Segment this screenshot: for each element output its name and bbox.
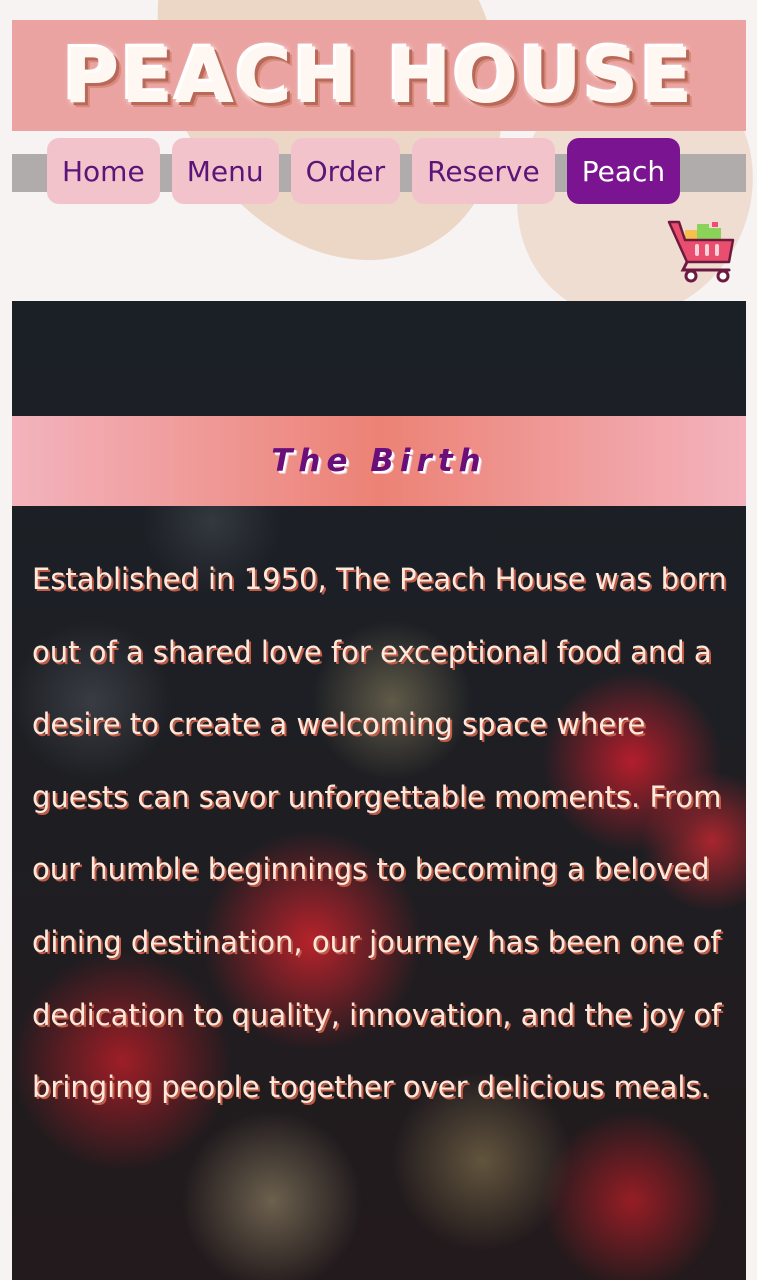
nav-menu[interactable]: Menu: [171, 138, 279, 204]
section-heading-band: The Birth: [12, 416, 746, 506]
section-heading: The Birth: [271, 443, 487, 479]
site-header: PEACH HOUSE: [12, 20, 746, 131]
cart-button[interactable]: [667, 216, 741, 286]
story-section: The Birth Established in 1950, The Peach…: [12, 301, 746, 1280]
nav-reserve[interactable]: Reserve: [412, 138, 555, 204]
shopping-cart-icon: [667, 220, 735, 283]
nav-home[interactable]: Home: [47, 138, 160, 204]
main-nav: Home Menu Order Reserve Peach: [47, 138, 681, 206]
nav-order[interactable]: Order: [290, 138, 401, 204]
nav-peach[interactable]: Peach: [566, 138, 681, 204]
site-title: PEACH HOUSE: [63, 31, 695, 120]
story-text: Established in 1950, The Peach House was…: [32, 562, 727, 1105]
